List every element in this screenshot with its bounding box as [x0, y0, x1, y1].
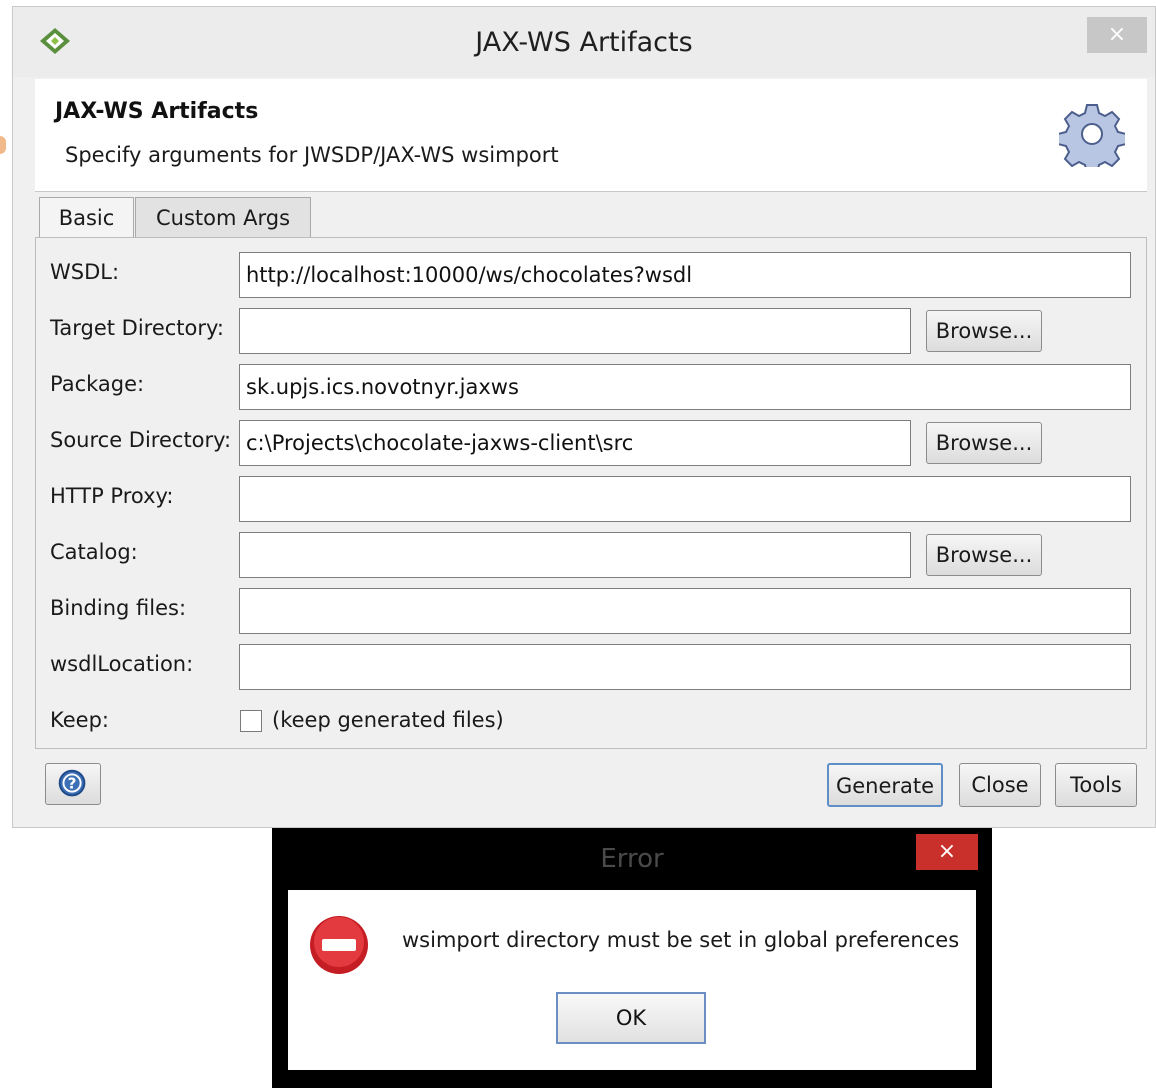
keep-row: Keep: (keep generated files): [36, 700, 1146, 746]
keep-checkbox-label[interactable]: (keep generated files): [272, 708, 504, 732]
binding-files-input[interactable]: [239, 588, 1131, 634]
tab-custom-args[interactable]: Custom Args: [135, 197, 311, 237]
close-button[interactable]: Close: [959, 763, 1041, 807]
http-proxy-input[interactable]: [239, 476, 1131, 522]
jaxws-artifacts-window: JAX-WS Artifacts × JAX-WS Artifacts Spec…: [12, 6, 1156, 828]
window-close-button[interactable]: ×: [1087, 17, 1147, 53]
catalog-browse-button[interactable]: Browse...: [926, 534, 1042, 576]
wsdl-location-label: wsdlLocation:: [50, 652, 194, 676]
gear-icon: [1059, 104, 1125, 167]
wsdl-location-row: wsdlLocation:: [36, 644, 1146, 690]
binding-files-label: Binding files:: [50, 596, 187, 620]
catalog-input[interactable]: [239, 532, 911, 578]
window-title: JAX-WS Artifacts: [475, 27, 693, 58]
target-directory-input[interactable]: [239, 308, 911, 354]
edge-artifact: [0, 136, 6, 154]
help-icon: ?: [58, 769, 86, 797]
tools-button[interactable]: Tools: [1055, 763, 1137, 807]
source-directory-input[interactable]: c:\Projects\chocolate-jaxws-client\src: [239, 420, 911, 466]
header-title: JAX-WS Artifacts: [55, 99, 259, 124]
wsdl-location-input[interactable]: [239, 644, 1131, 690]
http-proxy-row: HTTP Proxy:: [36, 476, 1146, 522]
target-directory-browse-button[interactable]: Browse...: [926, 310, 1042, 352]
catalog-label: Catalog:: [50, 540, 138, 564]
keep-label: Keep:: [50, 708, 109, 732]
generate-button[interactable]: Generate: [827, 763, 943, 807]
binding-files-row: Binding files:: [36, 588, 1146, 634]
error-dialog: Error × wsimport directory must be set i…: [272, 828, 992, 1088]
wsdl-input[interactable]: http://localhost:10000/ws/chocolates?wsd…: [239, 252, 1131, 298]
help-button[interactable]: ?: [45, 763, 101, 805]
catalog-row: Catalog: Browse...: [36, 532, 1146, 578]
error-dialog-close-button[interactable]: ×: [916, 834, 978, 870]
source-directory-row: Source Directory: c:\Projects\chocolate-…: [36, 420, 1146, 466]
title-bar[interactable]: JAX-WS Artifacts ×: [13, 7, 1155, 77]
ok-button[interactable]: OK: [556, 992, 706, 1044]
package-row: Package: sk.upjs.ics.novotnyr.jaxws: [36, 364, 1146, 410]
error-dialog-body: wsimport directory must be set in global…: [288, 890, 976, 1070]
header-banner: JAX-WS Artifacts Specify arguments for J…: [35, 79, 1147, 192]
package-input[interactable]: sk.upjs.ics.novotnyr.jaxws: [239, 364, 1131, 410]
error-message: wsimport directory must be set in global…: [402, 928, 960, 952]
package-label: Package:: [50, 372, 145, 396]
target-directory-label: Target Directory:: [50, 316, 224, 340]
target-directory-row: Target Directory: Browse...: [36, 308, 1146, 354]
keep-checkbox[interactable]: [240, 710, 262, 732]
error-stop-icon: [310, 916, 368, 974]
source-directory-browse-button[interactable]: Browse...: [926, 422, 1042, 464]
wsdl-label: WSDL:: [50, 260, 120, 284]
header-subtitle: Specify arguments for JWSDP/JAX-WS wsimp…: [65, 143, 559, 167]
basic-form-panel: WSDL: http://localhost:10000/ws/chocolat…: [35, 237, 1147, 749]
svg-text:?: ?: [68, 775, 77, 793]
tab-basic[interactable]: Basic: [39, 197, 134, 239]
source-directory-label: Source Directory:: [50, 428, 232, 452]
http-proxy-label: HTTP Proxy:: [50, 484, 174, 508]
wsdl-row: WSDL: http://localhost:10000/ws/chocolat…: [36, 252, 1146, 298]
error-dialog-title: Error: [600, 844, 664, 874]
